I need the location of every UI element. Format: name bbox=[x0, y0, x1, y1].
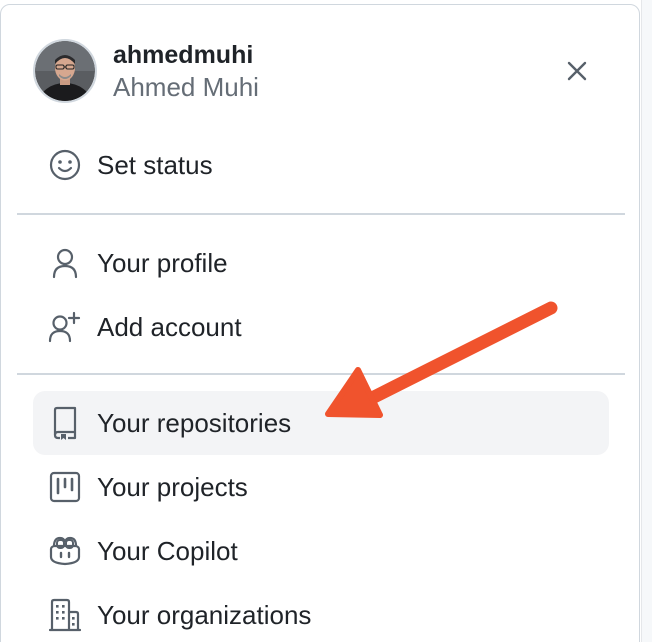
person-add-icon bbox=[33, 295, 97, 359]
page-edge-scrollbar bbox=[641, 0, 652, 642]
account-names: ahmedmuhi Ahmed Muhi bbox=[113, 39, 259, 103]
menu-item-set-status[interactable]: Set status bbox=[33, 133, 609, 197]
full-name: Ahmed Muhi bbox=[113, 72, 259, 102]
menu-label-your-copilot: Your Copilot bbox=[97, 536, 238, 566]
organization-icon bbox=[33, 583, 97, 642]
menu-item-your-repositories[interactable]: Your repositories bbox=[33, 391, 609, 455]
smiley-icon bbox=[33, 133, 97, 197]
menu-item-your-projects[interactable]: Your projects bbox=[33, 455, 609, 519]
repo-icon bbox=[33, 391, 97, 455]
menu-label-set-status: Set status bbox=[97, 150, 213, 180]
menu-item-your-copilot[interactable]: Your Copilot bbox=[33, 519, 609, 583]
menu-label-your-projects: Your projects bbox=[97, 472, 248, 502]
page: ahmedmuhi Ahmed Muhi Set status Your pro… bbox=[0, 0, 652, 642]
menu-item-your-organizations[interactable]: Your organizations bbox=[33, 583, 609, 642]
divider bbox=[17, 213, 625, 215]
menu-label-your-profile: Your profile bbox=[97, 248, 228, 278]
menu-item-add-account[interactable]: Add account bbox=[33, 295, 609, 359]
username: ahmedmuhi bbox=[113, 41, 254, 69]
copilot-icon bbox=[33, 519, 97, 583]
close-button[interactable] bbox=[561, 57, 593, 89]
menu-label-your-organizations: Your organizations bbox=[97, 600, 312, 630]
x-icon bbox=[566, 60, 588, 87]
divider bbox=[17, 373, 625, 375]
menu-label-your-repositories: Your repositories bbox=[97, 408, 292, 438]
avatar[interactable] bbox=[33, 39, 97, 103]
menu-label-add-account: Add account bbox=[97, 312, 242, 342]
person-icon bbox=[33, 231, 97, 295]
user-menu-panel: ahmedmuhi Ahmed Muhi Set status Your pro… bbox=[0, 4, 640, 642]
project-icon bbox=[33, 455, 97, 519]
account-header: ahmedmuhi Ahmed Muhi bbox=[33, 37, 259, 105]
menu-item-your-profile[interactable]: Your profile bbox=[33, 231, 609, 295]
